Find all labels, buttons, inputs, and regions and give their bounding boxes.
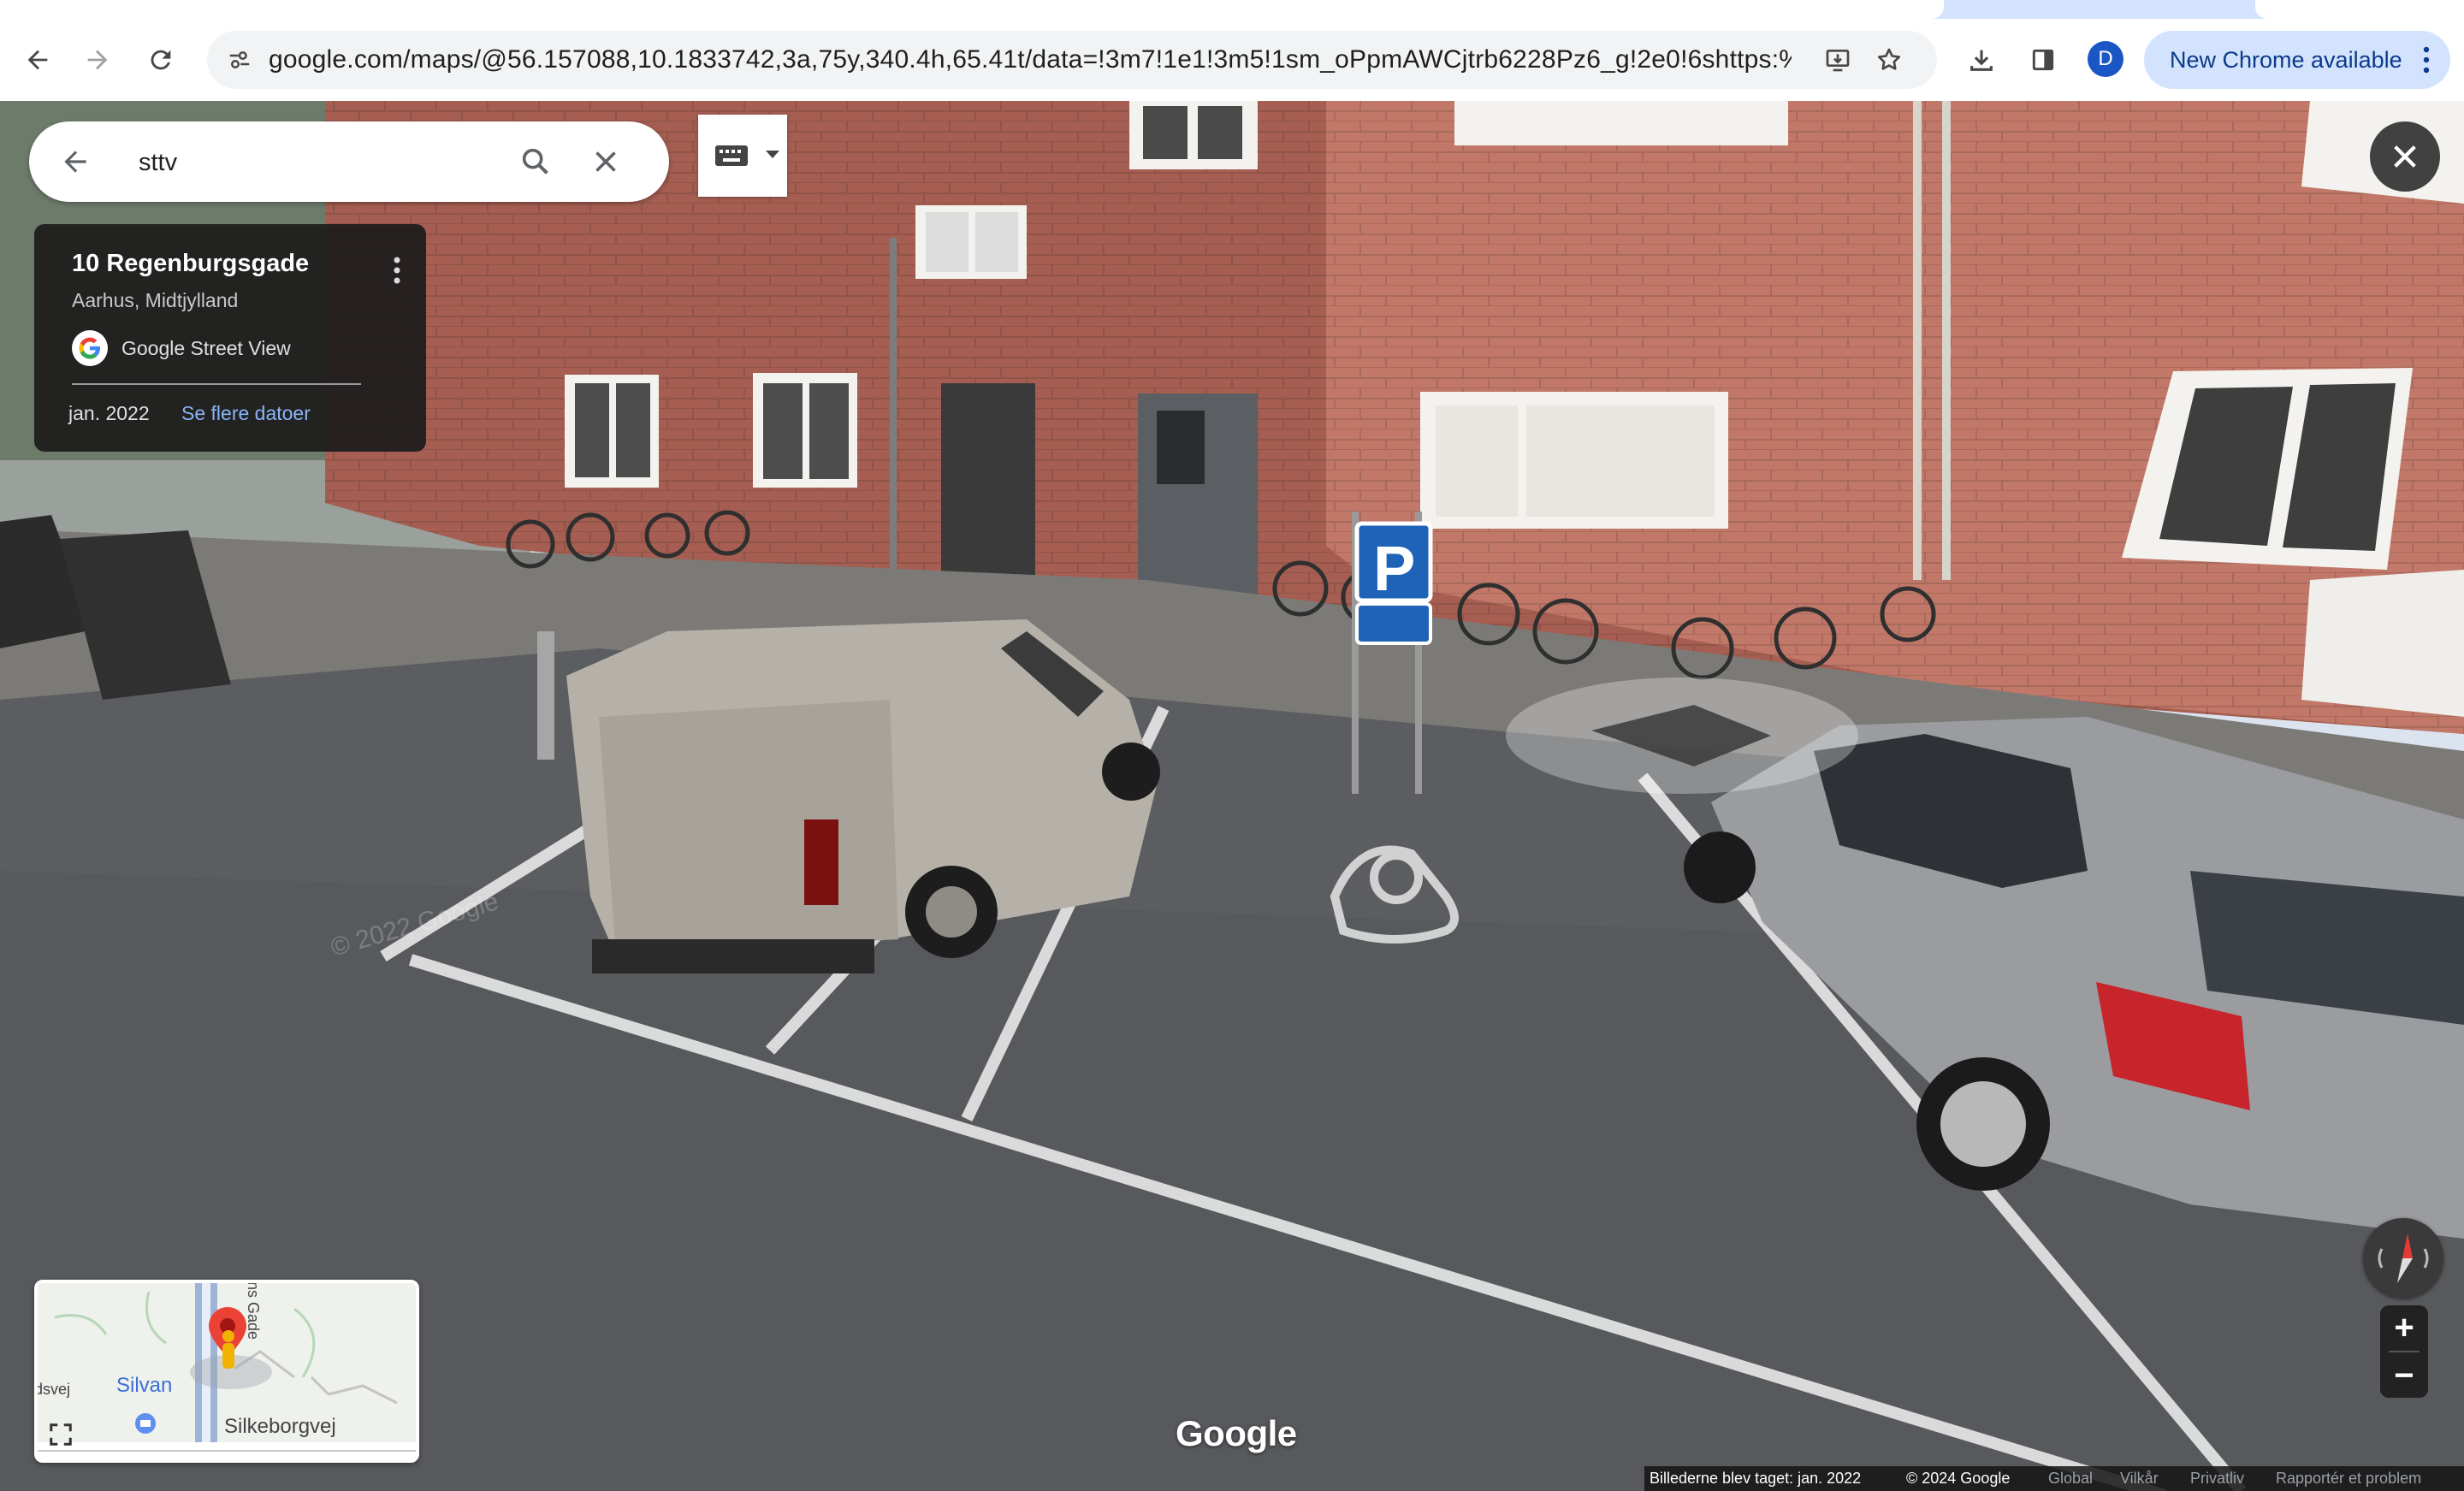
location-info-card: 10 Regenburgsgade Aarhus, Midtjylland Go… — [34, 224, 426, 452]
place-subtitle: Aarhus, Midtjylland — [72, 289, 239, 311]
active-tab[interactable] — [0, 0, 1944, 19]
zoom-control: + − — [2380, 1305, 2428, 1398]
place-title: 10 Regenburgsgade — [72, 250, 310, 277]
google-logo: Google — [1176, 1413, 1297, 1453]
new-chrome-available-button[interactable]: New Chrome available — [2144, 31, 2450, 89]
install-app-icon[interactable] — [1819, 41, 1857, 79]
profile-avatar[interactable]: D — [2088, 41, 2123, 77]
minimap-label-street-left: dsvej — [34, 1381, 71, 1398]
search-input[interactable] — [137, 140, 517, 185]
minimap-label-silvan: Silvan — [116, 1374, 173, 1397]
address-bar[interactable]: google.com/maps/@56.157088,10.1833742,3a… — [207, 31, 1937, 89]
search-box[interactable] — [29, 121, 669, 202]
global-link[interactable]: Global — [2048, 1466, 2093, 1491]
search-icon[interactable] — [515, 141, 556, 182]
side-panel-icon[interactable] — [2023, 39, 2064, 80]
site-info-icon[interactable] — [221, 41, 258, 79]
compass-control[interactable] — [2363, 1218, 2443, 1299]
copyright: © 2024 Google — [1906, 1470, 2011, 1487]
minimap-label-gade: ns Gade — [245, 1281, 262, 1340]
google-logo-icon — [72, 330, 108, 366]
privacy-link[interactable]: Privatliv — [2190, 1466, 2244, 1491]
url-text[interactable]: google.com/maps/@56.157088,10.1833742,3a… — [269, 31, 1792, 89]
new-chrome-label: New Chrome available — [2170, 47, 2402, 73]
expand-minimap-icon[interactable] — [46, 1420, 75, 1449]
capture-info: Billederne blev taget: jan. 2022 — [1650, 1470, 1862, 1487]
browser-toolbar: google.com/maps/@56.157088,10.1833742,3a… — [0, 19, 2464, 101]
report-problem-link[interactable]: Rapportér et problem — [2276, 1466, 2421, 1491]
close-icon[interactable] — [585, 141, 626, 182]
dropdown-caret-icon[interactable] — [763, 142, 782, 168]
tab-strip — [0, 0, 2464, 19]
minimap-label-silkeborgvej: Silkeborgvej — [224, 1415, 336, 1438]
source-label: Google Street View — [121, 337, 291, 359]
bookmark-star-icon[interactable] — [1870, 41, 1908, 79]
zoom-in-button[interactable]: + — [2380, 1305, 2428, 1350]
other-tab[interactable] — [2255, 0, 2464, 19]
more-vert-icon[interactable] — [2423, 46, 2430, 74]
attribution-bar: Billederne blev taget: jan. 2022 © 2024 … — [1644, 1466, 2464, 1491]
close-street-view-button[interactable] — [2370, 121, 2440, 192]
forward-arrow-icon[interactable] — [77, 39, 118, 80]
divider — [72, 383, 361, 385]
reload-icon[interactable] — [140, 39, 181, 80]
more-vert-icon[interactable] — [388, 253, 406, 287]
close-icon — [2394, 145, 2416, 168]
back-arrow-icon[interactable] — [17, 39, 58, 80]
minimap[interactable]: Silvan Silkeborgvej dsvej ns Gade — [34, 1280, 419, 1463]
back-arrow-icon[interactable] — [55, 141, 96, 182]
capture-date: jan. 2022 — [68, 402, 150, 424]
compass-icon — [2378, 1234, 2429, 1283]
terms-link[interactable]: Vilkår — [2120, 1466, 2159, 1491]
svg-text:P: P — [1373, 533, 1415, 604]
input-tools-button[interactable] — [698, 115, 787, 197]
zoom-out-button[interactable]: − — [2380, 1353, 2428, 1398]
download-icon[interactable] — [1961, 39, 2002, 80]
keyboard-icon[interactable] — [710, 140, 753, 171]
zoom-divider — [2389, 1351, 2420, 1352]
see-more-dates-link[interactable]: Se flere datoer — [181, 402, 311, 425]
